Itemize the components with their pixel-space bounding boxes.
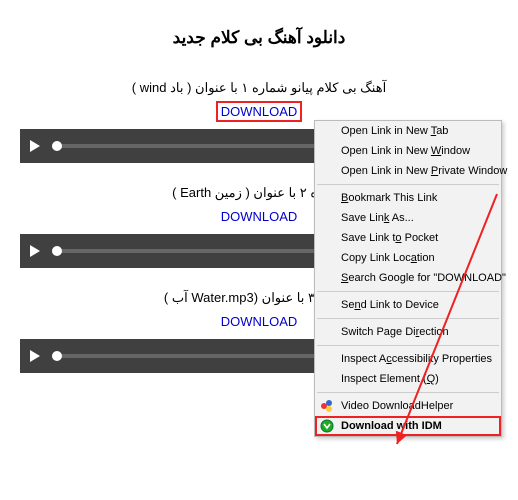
context-menu-item[interactable]: Open Link in New Window [315, 141, 501, 161]
context-menu-item[interactable]: Search Google for "DOWNLOAD" [315, 268, 501, 288]
idm-icon [320, 419, 334, 433]
context-menu-item[interactable]: Bookmark This Link [315, 188, 501, 208]
context-menu-item[interactable]: Inspect Accessibility Properties [315, 349, 501, 369]
context-menu-item[interactable]: Inspect Element (Q) [315, 369, 501, 389]
context-menu-separator [317, 345, 499, 346]
context-menu: Open Link in New TabOpen Link in New Win… [314, 120, 502, 437]
progress-thumb[interactable] [52, 246, 62, 256]
context-menu-item[interactable]: Switch Page Direction [315, 322, 501, 342]
context-menu-separator [317, 392, 499, 393]
play-icon[interactable] [30, 245, 40, 257]
video-download-helper-icon [320, 399, 334, 413]
track-title: آهنگ بی کلام پیانو شماره ۱ با عنوان ( با… [0, 66, 518, 104]
context-menu-separator [317, 291, 499, 292]
context-menu-item[interactable]: Download with IDM [315, 416, 501, 436]
context-menu-separator [317, 184, 499, 185]
context-menu-item[interactable]: Copy Link Location [315, 248, 501, 268]
download-link[interactable]: DOWNLOAD [221, 314, 298, 329]
progress-thumb[interactable] [52, 351, 62, 361]
progress-thumb[interactable] [52, 141, 62, 151]
context-menu-item[interactable]: Send Link to Device [315, 295, 501, 315]
context-menu-item[interactable]: Video DownloadHelper [315, 396, 501, 416]
play-icon[interactable] [30, 350, 40, 362]
page-title: دانلود آهنگ بی کلام جدید [0, 0, 518, 66]
download-link[interactable]: DOWNLOAD [221, 209, 298, 224]
download-link[interactable]: DOWNLOAD [216, 101, 303, 122]
context-menu-item[interactable]: Save Link to Pocket [315, 228, 501, 248]
context-menu-item[interactable]: Save Link As... [315, 208, 501, 228]
context-menu-item[interactable]: Open Link in New Tab [315, 121, 501, 141]
context-menu-item[interactable]: Open Link in New Private Window [315, 161, 501, 181]
context-menu-separator [317, 318, 499, 319]
play-icon[interactable] [30, 140, 40, 152]
